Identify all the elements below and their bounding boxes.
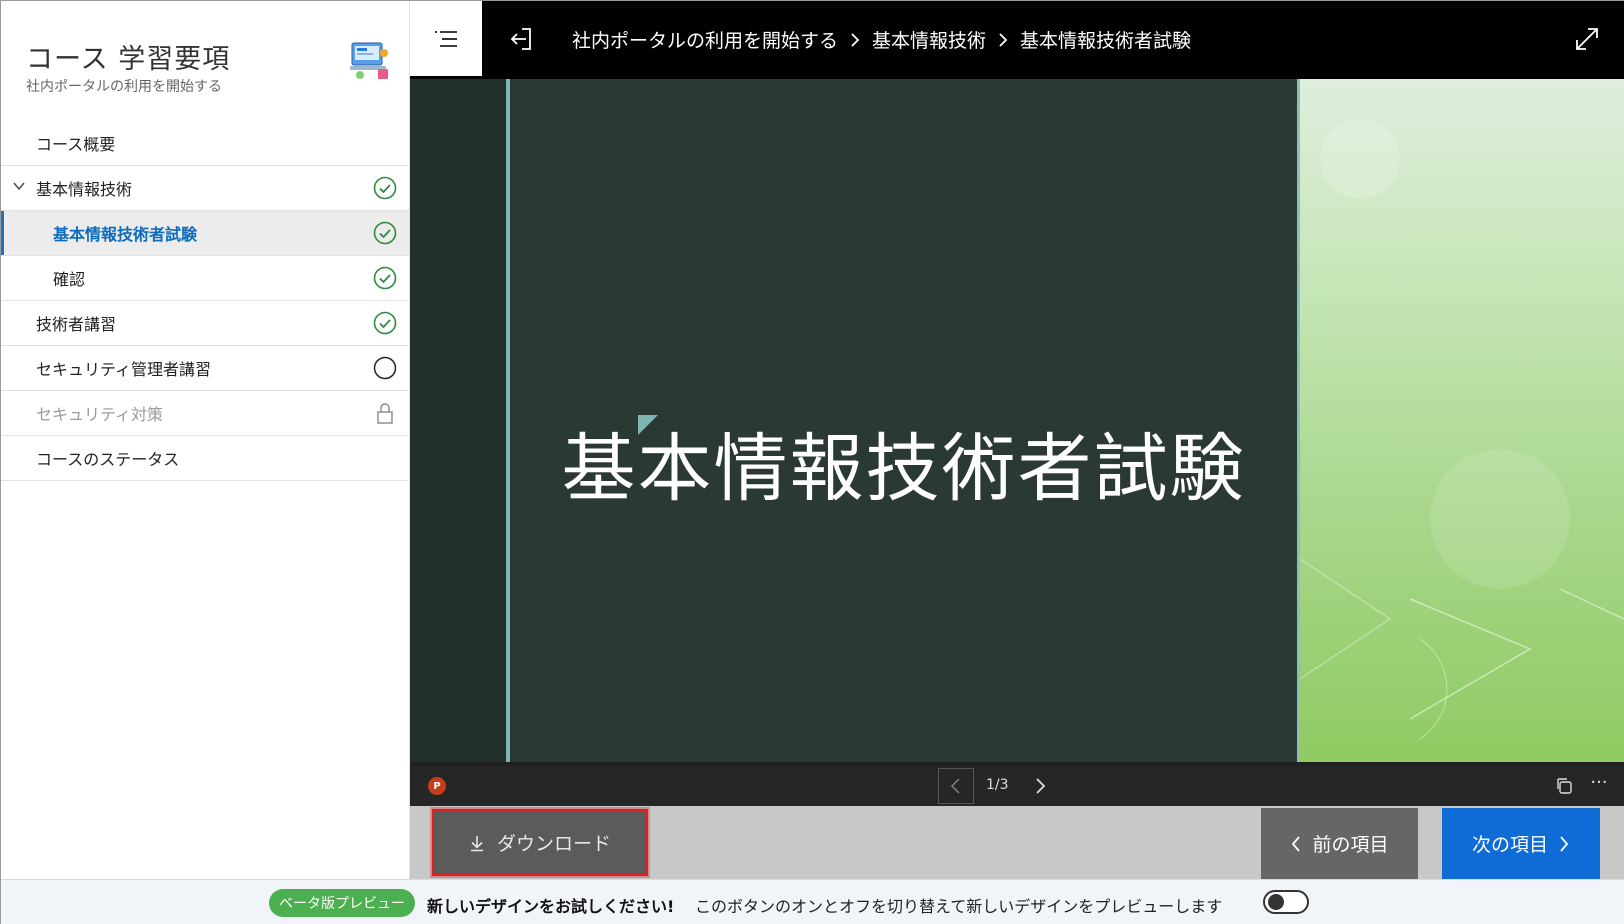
chevron-right-icon [1560, 835, 1569, 852]
chevron-right-icon [1036, 778, 1046, 794]
nav-item-label: 基本情報技術者試験 [53, 225, 198, 244]
slide-viewer: 基本情報技術者試験 P 1/3 ··· [410, 79, 1624, 806]
powerpoint-icon: P [428, 777, 446, 795]
sidebar-subtitle: 社内ポータルの利用を開始する [26, 79, 222, 95]
previous-item-button[interactable]: 前の項目 [1261, 808, 1418, 879]
beta-badge: ベータ版プレビュー [269, 889, 415, 917]
slide-decoration [1299, 119, 1624, 740]
nav-item-label: コース概要 [36, 135, 116, 154]
chevron-left-icon [1292, 835, 1301, 852]
check-circle-icon [373, 266, 397, 290]
exit-course-icon[interactable] [508, 23, 540, 55]
next-item-label: 次の項目 [1471, 834, 1548, 856]
page-indicator: 1/3 [986, 777, 1009, 793]
breadcrumb-item[interactable]: 社内ポータルの利用を開始する [572, 26, 838, 53]
app-window: コース 学習要項 社内ポータルの利用を開始する コース概要 基本情報技術 基本情… [0, 0, 1624, 924]
download-label: ダウンロード [496, 833, 611, 855]
course-logo-icon [350, 42, 388, 79]
nav-item-engineer-course[interactable]: 技術者講習 [1, 301, 409, 346]
empty-circle-icon [373, 356, 397, 380]
nav-item-label: セキュリティ対策 [36, 405, 164, 424]
chevron-right-icon [851, 32, 860, 47]
more-options-icon[interactable]: ··· [1588, 772, 1610, 796]
list-menu-icon [435, 30, 457, 47]
chevron-right-icon [999, 32, 1008, 47]
beta-banner: ベータ版プレビュー 新しいデザインをお試しください! このボタンのオンとオフを切… [1, 879, 1624, 924]
lock-icon [377, 403, 393, 424]
nav-item-security-manager-course[interactable]: セキュリティ管理者講習 [1, 346, 409, 391]
chevron-down-icon[interactable] [11, 178, 27, 194]
nav-item-course-status[interactable]: コースのステータス [1, 436, 409, 481]
breadcrumb-item-current: 基本情報技術者試験 [1020, 30, 1192, 52]
nav-item-label: 確認 [53, 270, 86, 289]
viewer-toolbar: P 1/3 ··· [410, 766, 1624, 806]
nav-item-label: 技術者講習 [36, 315, 117, 334]
beta-preview-toggle[interactable] [1263, 890, 1309, 914]
nav-item-label: セキュリティ管理者講習 [36, 360, 212, 379]
breadcrumb: 社内ポータルの利用を開始する 基本情報技術 基本情報技術者試験 [572, 26, 1191, 53]
beta-headline: 新しいデザインをお試しください! [427, 897, 675, 916]
next-page-button[interactable] [1028, 774, 1052, 798]
beta-description: このボタンのオンとオフを切り替えて新しいデザインをプレビューします [695, 897, 1223, 916]
slide-canvas: 基本情報技術者試験 [410, 79, 1624, 762]
course-nav: コース概要 基本情報技術 基本情報技術者試験 確認 技術者講習 セキュリティ管理… [1, 121, 409, 481]
nav-item-security-measures: セキュリティ対策 [1, 391, 409, 436]
menu-toggle-button[interactable] [410, 1, 482, 76]
check-circle-icon [373, 311, 397, 335]
nav-item-label: コースのステータス [36, 450, 180, 469]
sidebar-title: コース 学習要項 [26, 44, 231, 75]
nav-item-basic-it[interactable]: 基本情報技術 [1, 166, 409, 211]
download-button[interactable]: ダウンロード [432, 809, 648, 876]
previous-page-button[interactable] [938, 768, 974, 804]
nav-item-label: 基本情報技術 [36, 180, 133, 199]
nav-item-confirmation[interactable]: 確認 [1, 256, 409, 301]
nav-item-course-overview[interactable]: コース概要 [1, 121, 409, 166]
action-bar: ダウンロード 前の項目 次の項目 [410, 806, 1624, 879]
slide-title: 基本情報技術者試験 [561, 426, 1246, 512]
expand-icon[interactable] [1573, 25, 1601, 53]
top-bar: 社内ポータルの利用を開始する 基本情報技術 基本情報技術者試験 [410, 1, 1624, 79]
toggle-knob [1268, 894, 1284, 910]
chevron-left-icon [950, 778, 960, 794]
download-icon [470, 835, 483, 851]
previous-item-label: 前の項目 [1312, 834, 1389, 856]
breadcrumb-item[interactable]: 基本情報技術 [872, 26, 986, 53]
next-item-button[interactable]: 次の項目 [1442, 808, 1600, 879]
slide-green-panel [1299, 79, 1624, 762]
nav-item-basic-it-exam[interactable]: 基本情報技術者試験 [1, 211, 409, 256]
check-circle-icon [373, 176, 397, 200]
check-circle-icon [373, 221, 397, 245]
slide-left-panel [410, 79, 506, 762]
copy-icon[interactable] [1554, 776, 1574, 796]
course-sidebar: コース 学習要項 社内ポータルの利用を開始する コース概要 基本情報技術 基本情… [1, 1, 410, 879]
